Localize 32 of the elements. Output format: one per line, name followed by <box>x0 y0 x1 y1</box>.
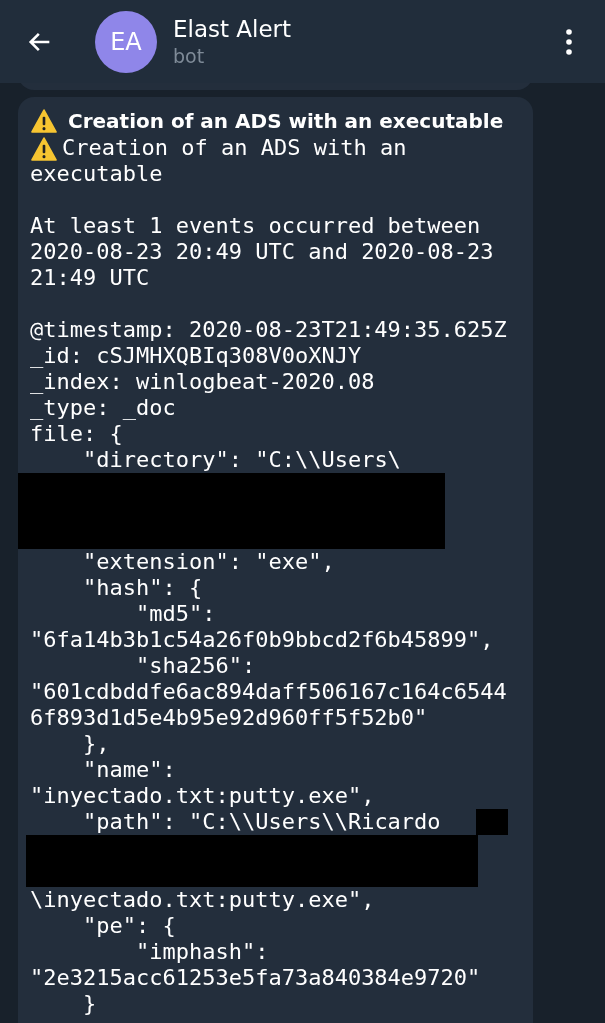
message-text: _id: cSJMHXQBIq308V0oXNJY <box>30 343 363 369</box>
message-text: _index: winlogbeat-2020.08 <box>30 369 376 395</box>
menu-icon[interactable] <box>564 27 574 56</box>
message-text: "md5": <box>134 601 217 627</box>
chat-title: Elast Alert <box>173 14 293 43</box>
message-text: "hash": { <box>82 575 204 601</box>
message-text: @timestamp: 2020-08-23T21:49:35.625Z <box>30 317 508 343</box>
avatar[interactable]: EA <box>95 10 157 73</box>
message-text: "path": "C:\\Users\\Ricardo <box>82 809 441 835</box>
warning-icon <box>30 109 58 133</box>
message-text: \inyectado.txt:putty.exe", <box>30 887 376 913</box>
message-text: }, <box>82 731 111 757</box>
message-text: file: { <box>30 421 124 447</box>
message-text: "directory": "C:\\Users\ <box>82 447 402 473</box>
message-text: } <box>82 991 98 1017</box>
message-text: "inyectado.txt:putty.exe", <box>30 783 376 809</box>
message-text: "6fa14b3b1c54a26f0b9bbcd2f6b45899", <box>30 627 495 653</box>
warning-icon <box>30 137 58 161</box>
message-title: Creation of an ADS with an executable <box>68 108 504 135</box>
message-text: _type: _doc <box>30 395 177 421</box>
message-text: "2e3215acc61253e5fa73a840384e9720" <box>30 965 482 991</box>
message-text: "pe": { <box>82 913 177 939</box>
message-text: "name": <box>82 757 177 783</box>
chat-subtitle: bot <box>173 43 206 69</box>
message-text: "extension": "exe", <box>82 549 336 575</box>
message-text: "imphash": <box>134 939 270 965</box>
message-text: "sha256": <box>134 653 257 679</box>
message-text: executable <box>30 161 164 187</box>
message-text: "601cdbddfe6ac894daff506167c164c6544 <box>30 679 508 705</box>
message-text: 6f893d1d5e4b95e92d960ff5f52b0" <box>30 705 429 731</box>
alert-text: Creation of an ADS with an <box>62 135 407 161</box>
message-text: At least 1 events occurred between 2020-08-23 20:49 UTC and 2020-08-23 21:49 UTC <box>30 213 495 291</box>
